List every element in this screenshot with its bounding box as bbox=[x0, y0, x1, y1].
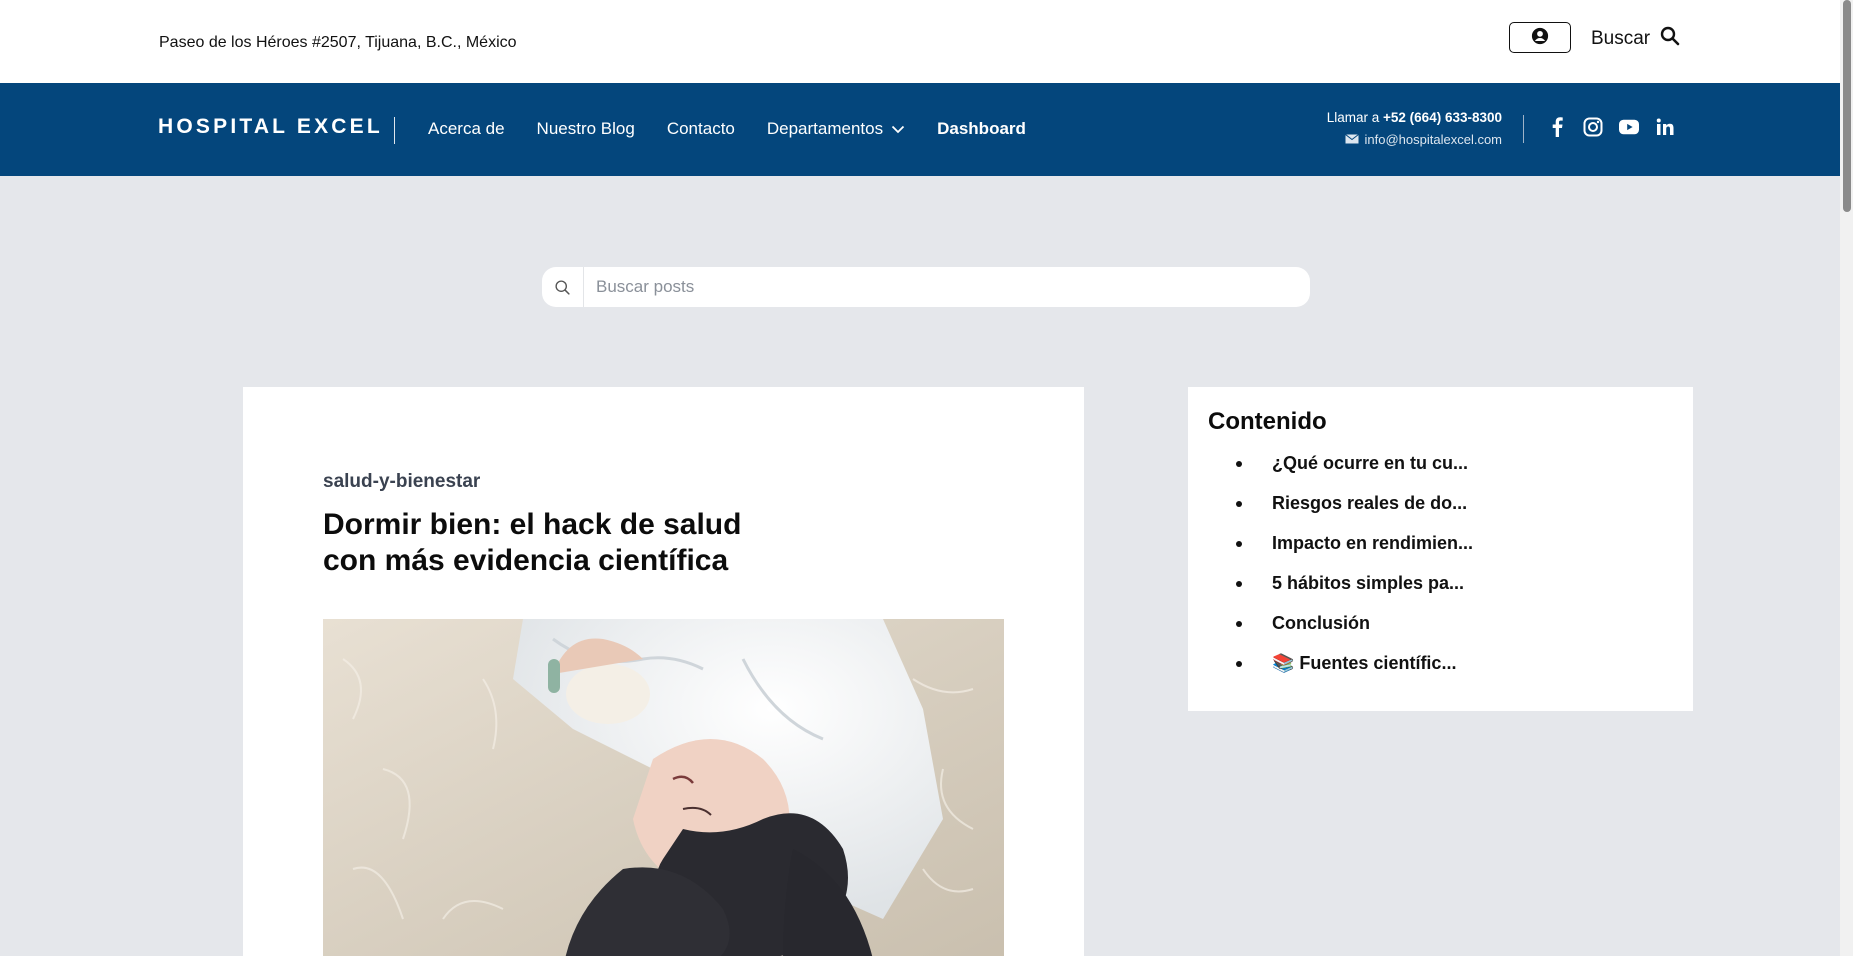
facebook-icon[interactable] bbox=[1547, 116, 1567, 138]
nav-link-about[interactable]: Acerca de bbox=[428, 119, 505, 139]
post-hero-image bbox=[323, 619, 1004, 956]
article-card: salud-y-bienestar Dormir bien: el hack d… bbox=[243, 387, 1084, 956]
nav-link-departments[interactable]: Departamentos bbox=[767, 119, 905, 139]
toc-title: Contenido bbox=[1208, 408, 1327, 435]
post-search-input[interactable] bbox=[584, 267, 1310, 307]
email-address: info@hospitalexcel.com bbox=[1364, 132, 1502, 147]
toc-item[interactable]: 📚 Fuentes científic... bbox=[1235, 651, 1473, 691]
linkedin-icon[interactable] bbox=[1655, 116, 1675, 138]
social-links bbox=[1547, 116, 1675, 138]
toc-card: Contenido ¿Qué ocurre en tu cu... Riesgo… bbox=[1188, 387, 1693, 711]
phone-line[interactable]: Llamar a +52 (664) 633-8300 bbox=[1327, 107, 1502, 129]
email-line[interactable]: info@hospitalexcel.com bbox=[1327, 129, 1502, 151]
nav-divider bbox=[394, 117, 395, 144]
toc-list: ¿Qué ocurre en tu cu... Riesgos reales d… bbox=[1235, 451, 1473, 691]
toc-item[interactable]: ¿Qué ocurre en tu cu... bbox=[1235, 451, 1473, 491]
call-prefix: Llamar a bbox=[1326, 110, 1380, 125]
toc-item[interactable]: Impacto en rendimien... bbox=[1235, 531, 1473, 571]
user-circle-icon bbox=[1531, 27, 1549, 48]
nav-link-blog[interactable]: Nuestro Blog bbox=[537, 119, 635, 139]
phone-number: +52 (664) 633-8300 bbox=[1383, 110, 1502, 125]
search-icon bbox=[542, 267, 584, 307]
main-navbar: HOSPITAL EXCEL Acerca de Nuestro Blog Co… bbox=[0, 83, 1840, 176]
site-logo[interactable]: HOSPITAL EXCEL bbox=[158, 115, 383, 139]
top-bar: Paseo de los Héroes #2507, Tijuana, B.C.… bbox=[0, 0, 1840, 83]
account-button[interactable] bbox=[1509, 22, 1571, 53]
contact-info: Llamar a +52 (664) 633-8300 info@hospita… bbox=[1327, 107, 1502, 151]
nav-link-dashboard[interactable]: Dashboard bbox=[937, 119, 1026, 139]
nav-links: Acerca de Nuestro Blog Contacto Departam… bbox=[428, 119, 1026, 139]
scrollbar-thumb[interactable] bbox=[1843, 0, 1851, 212]
youtube-icon[interactable] bbox=[1619, 116, 1639, 138]
address-text: Paseo de los Héroes #2507, Tijuana, B.C.… bbox=[159, 34, 517, 51]
toc-item[interactable]: Riesgos reales de do... bbox=[1235, 491, 1473, 531]
toc-item[interactable]: 5 hábitos simples pa... bbox=[1235, 571, 1473, 611]
nav-link-contact[interactable]: Contacto bbox=[667, 119, 735, 139]
toc-item[interactable]: Conclusión bbox=[1235, 611, 1473, 651]
search-icon bbox=[1660, 26, 1680, 52]
post-title: Dormir bien: el hack de salud con más ev… bbox=[323, 508, 742, 577]
header-search-link[interactable]: Buscar bbox=[1591, 26, 1680, 52]
post-category[interactable]: salud-y-bienestar bbox=[323, 471, 480, 493]
page-scrollbar[interactable] bbox=[1840, 0, 1853, 956]
post-search-bar bbox=[542, 267, 1310, 307]
envelope-icon bbox=[1344, 129, 1359, 151]
chevron-down-icon bbox=[891, 119, 905, 139]
social-divider bbox=[1523, 115, 1524, 143]
header-search-label: Buscar bbox=[1591, 28, 1651, 49]
instagram-icon[interactable] bbox=[1583, 116, 1603, 138]
